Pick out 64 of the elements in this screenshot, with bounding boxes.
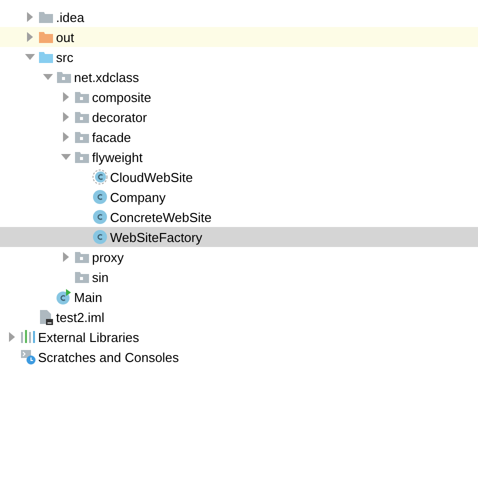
expand-arrow-icon[interactable]: [25, 32, 35, 42]
tree-row[interactable]: Company: [0, 187, 478, 207]
tree-row[interactable]: net.xdclass: [0, 67, 478, 87]
scratch-console-icon: [20, 349, 36, 365]
tree-item-label: Scratches and Consoles: [38, 350, 179, 364]
tree-row[interactable]: out: [0, 27, 478, 47]
tree-row[interactable]: flyweight: [0, 147, 478, 167]
tree-row[interactable]: CloudWebSite: [0, 167, 478, 187]
tree-item-label: sin: [92, 270, 109, 284]
expand-arrow-icon[interactable]: [61, 92, 71, 102]
tree-row[interactable]: Scratches and Consoles: [0, 347, 478, 367]
tree-row[interactable]: .idea: [0, 7, 478, 27]
tree-item-label: ConcreteWebSite: [110, 210, 212, 224]
tree-row[interactable]: facade: [0, 127, 478, 147]
folder-icon: [74, 129, 90, 145]
tree-row[interactable]: WebSiteFactory: [0, 227, 478, 247]
runnable-class-icon: [56, 289, 72, 305]
file-icon: [38, 309, 54, 325]
tree-item-label: Company: [110, 190, 166, 204]
tree-item-label: facade: [92, 130, 132, 144]
tree-item-label: net.xdclass: [74, 70, 140, 84]
tree-item-label: CloudWebSite: [110, 170, 193, 184]
class-icon: [92, 209, 108, 225]
folder-icon: [56, 69, 72, 85]
tree-row[interactable]: sin: [0, 267, 478, 287]
collapse-arrow-icon[interactable]: [61, 152, 71, 162]
tree-item-label: External Libraries: [38, 330, 140, 344]
tree-item-label: flyweight: [92, 150, 143, 164]
tree-row[interactable]: src: [0, 47, 478, 67]
folder-icon: [74, 109, 90, 125]
tree-row[interactable]: test2.iml: [0, 307, 478, 327]
folder-icon: [74, 149, 90, 165]
abstract-class-icon: [92, 169, 108, 185]
folder-icon: [74, 269, 90, 285]
tree-item-label: decorator: [92, 110, 147, 124]
tree-item-label: composite: [92, 90, 152, 104]
expand-arrow-icon[interactable]: [61, 252, 71, 262]
tree-row[interactable]: ConcreteWebSite: [0, 207, 478, 227]
collapse-arrow-icon[interactable]: [25, 52, 35, 62]
tree-item-label: src: [56, 50, 74, 64]
folder-icon: [74, 89, 90, 105]
class-icon: [92, 189, 108, 205]
tree-item-label: WebSiteFactory: [110, 230, 202, 244]
tree-row[interactable]: decorator: [0, 107, 478, 127]
class-icon: [92, 229, 108, 245]
folder-icon: [74, 249, 90, 265]
library-icon: [20, 329, 36, 345]
tree-row[interactable]: proxy: [0, 247, 478, 267]
tree-item-label: proxy: [92, 250, 124, 264]
expand-arrow-icon[interactable]: [25, 12, 35, 22]
tree-row[interactable]: Main: [0, 287, 478, 307]
collapse-arrow-icon[interactable]: [43, 72, 53, 82]
expand-arrow-icon[interactable]: [7, 332, 17, 342]
tree-row[interactable]: External Libraries: [0, 327, 478, 347]
expand-arrow-icon[interactable]: [61, 112, 71, 122]
folder-icon: [38, 9, 54, 25]
folder-icon: [38, 49, 54, 65]
tree-item-label: out: [56, 30, 74, 44]
expand-arrow-icon[interactable]: [61, 132, 71, 142]
tree-item-label: .idea: [56, 10, 84, 24]
tree-item-label: Main: [74, 290, 102, 304]
tree-row[interactable]: composite: [0, 87, 478, 107]
tree-item-label: test2.iml: [56, 310, 104, 324]
folder-icon: [38, 29, 54, 45]
